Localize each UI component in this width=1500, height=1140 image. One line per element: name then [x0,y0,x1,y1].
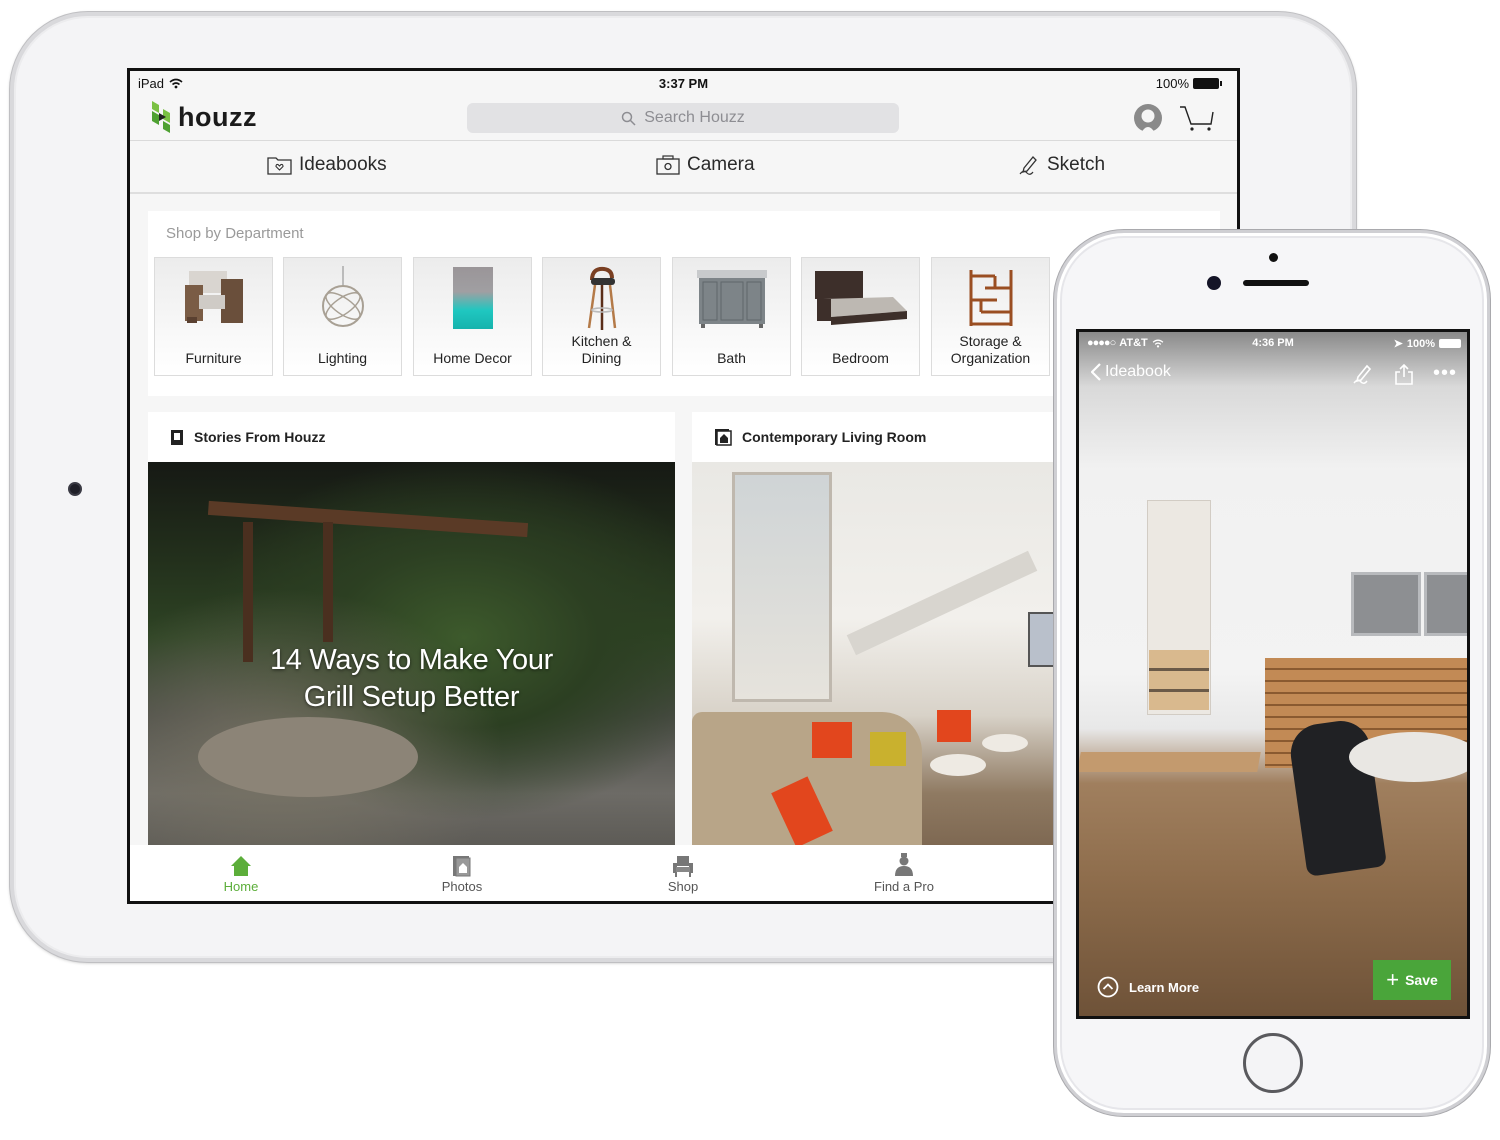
ipad-front-camera [68,482,82,496]
cart-icon[interactable] [1179,104,1215,132]
tab-shop-label: Shop [667,879,699,894]
tab-home-label: Home [223,879,259,894]
department-kitchen-dining[interactable]: Kitchen & Dining [542,257,661,376]
iphone-battery-percent: 100% [1406,337,1435,350]
department-label: Furniture [185,350,242,366]
find-pro-icon [895,853,913,876]
battery-percent: 100% [1155,76,1189,91]
story-overlay-title: 14 Ways to Make Your Grill Setup Better [269,644,554,713]
vanity-image [696,270,767,328]
search-input[interactable]: Search Houzz [467,103,899,133]
department-home-decor[interactable]: Home Decor [413,257,532,376]
kitchen-photo[interactable] [1079,332,1467,1016]
bookshelf-image [969,270,1012,326]
shop-chair-icon [673,856,693,877]
iphone-home-button[interactable] [1243,1033,1303,1093]
camera-button[interactable]: Camera [656,154,755,176]
photos-icon [453,856,471,877]
chevron-up-circle-icon [1097,976,1119,998]
learn-more-label: Learn More [1129,979,1200,995]
app-header: houzz Search Houzz [130,95,1237,141]
department-label: Bedroom [832,350,889,366]
department-label: Bath [717,350,746,366]
ipad-status-bar: iPad 3:37 PM 100% [130,71,1237,95]
tab-find-pro-label: Find a Pro [874,879,934,894]
tab-home[interactable]: Home [191,851,291,894]
art-print-image [452,267,493,329]
department-furniture[interactable]: Furniture [154,257,273,376]
ideabooks-label: Ideabooks [299,154,387,175]
houzz-logo-icon [152,101,170,133]
brand-name: houzz [178,101,257,132]
department-bath[interactable]: Bath [672,257,791,376]
shop-section-title: Shop by Department [166,225,304,242]
action-toolbar: Ideabooks Camera Sketch [130,141,1237,194]
armchair-image [184,271,243,323]
ideabook-folder-icon [267,157,292,175]
department-label: Kitchen & Dining [571,333,632,366]
living-room-card[interactable]: Contemporary Living Room [692,412,1072,852]
sketch-label: Sketch [1047,154,1106,175]
sketch-pen-icon[interactable] [1351,363,1375,385]
ideabooks-button[interactable]: Ideabooks [267,154,387,176]
location-arrow-icon: ➤ [1393,338,1403,350]
iphone-status-bar: ●●●●○ AT&T 4:36 PM ➤ 100% [1079,332,1467,354]
camera-label: Camera [687,154,755,175]
chevron-left-icon [1091,363,1101,381]
department-label: Lighting [317,350,368,366]
department-storage-organization[interactable]: Storage & Organization [931,257,1050,376]
search-placeholder: Search Houzz [644,109,745,126]
iphone-device: ●●●●○ AT&T 4:36 PM ➤ 100% Ideabook ••• L… [1054,230,1490,1116]
iphone-sensor [1269,253,1278,262]
home-icon [231,856,251,876]
share-icon[interactable] [1395,363,1413,385]
more-options-icon[interactable]: ••• [1433,362,1457,385]
stories-card[interactable]: Stories From Houzz 14 Ways to Make Your … [148,412,675,852]
photo-house-icon [715,429,732,446]
living-room-image[interactable] [692,462,1072,852]
iphone-speaker [1243,280,1309,286]
learn-more-button[interactable]: Learn More [1097,976,1199,998]
department-lighting[interactable]: Lighting [283,257,402,376]
story-book-icon [171,429,183,445]
camera-icon [656,155,680,175]
tab-find-a-pro[interactable]: Find a Pro [854,851,954,894]
grill-story-image[interactable]: 14 Ways to Make Your Grill Setup Better [148,462,675,852]
department-label: Storage & Organization [950,333,1031,366]
status-time: 3:37 PM [658,76,709,91]
bed-image [814,271,907,325]
tab-shop[interactable]: Shop [633,851,733,894]
plus-icon: + [1386,967,1400,992]
save-button[interactable]: + Save [1373,960,1451,1000]
bar-stool-image [587,266,616,330]
battery-icon [1193,78,1222,89]
tab-photos-label: Photos [441,879,483,894]
pendant-light-image [321,266,364,327]
iphone-screen: ●●●●○ AT&T 4:36 PM ➤ 100% Ideabook ••• L… [1076,329,1470,1019]
department-bedroom[interactable]: Bedroom [801,257,920,376]
iphone-battery-icon [1439,339,1461,348]
save-label: Save [1405,972,1438,988]
department-label: Home Decor [433,350,512,366]
tab-photos[interactable]: Photos [412,851,512,894]
sketch-pen-icon [1019,156,1037,175]
iphone-front-camera [1207,276,1221,290]
back-button[interactable]: Ideabook [1091,363,1171,381]
search-icon [622,111,636,126]
profile-avatar-icon[interactable] [1133,103,1163,133]
back-label: Ideabook [1105,363,1171,380]
sketch-button[interactable]: Sketch [1018,154,1105,176]
houzz-logo[interactable]: houzz [150,101,257,133]
iphone-nav-bar: Ideabook ••• [1079,354,1467,394]
living-room-card-title: Contemporary Living Room [742,429,927,445]
stories-card-title: Stories From Houzz [194,429,326,445]
